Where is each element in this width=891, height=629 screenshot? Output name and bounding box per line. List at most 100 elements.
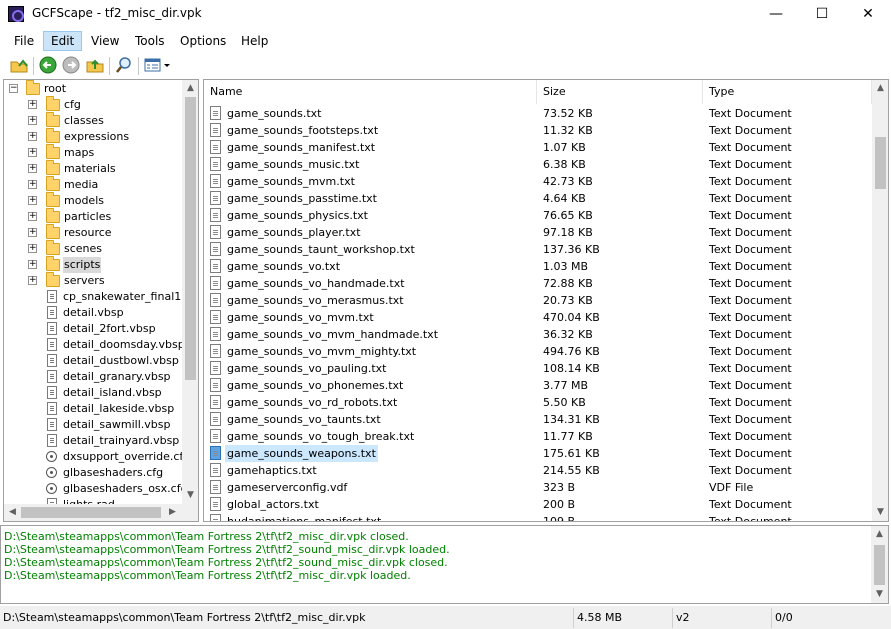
tree-file[interactable]: detail_granary.vbsp — [4, 369, 184, 385]
file-row[interactable]: gamehaptics.txt 214.55 KB Text Document — [204, 462, 872, 479]
file-row[interactable]: game_sounds_footsteps.txt 11.32 KB Text Do… — [204, 122, 872, 139]
find-icon[interactable] — [115, 56, 133, 74]
tree-vscrollbar[interactable]: ▲ ▼ — [182, 80, 198, 504]
file-row[interactable]: game_sounds_vo_pauling.txt 108.14 KB Text … — [204, 360, 872, 377]
scroll-down-arrow[interactable]: ▼ — [871, 586, 888, 603]
tree-file[interactable]: cp_snakewater_final1.raw — [4, 289, 198, 305]
tree-file[interactable]: detail_sawmill.vbsp — [4, 417, 184, 433]
menu-file[interactable]: File — [7, 31, 41, 51]
tree-folder-resource[interactable]: + resource — [4, 224, 184, 241]
file-row[interactable]: game_sounds_taunt_workshop.txt 137.36 KB T… — [204, 241, 872, 258]
list-vscrollbar[interactable]: ▲ ▼ — [872, 80, 888, 521]
tree-folder-media[interactable]: + media — [4, 176, 184, 193]
expand-toggle[interactable]: + — [28, 116, 37, 125]
file-row[interactable]: game_sounds_vo_handmade.txt 72.88 KB Text … — [204, 275, 872, 292]
expand-toggle[interactable]: + — [28, 276, 37, 285]
column-header-size[interactable]: Size — [537, 80, 703, 104]
tree-folder-servers[interactable]: + servers — [4, 272, 184, 289]
tree-file[interactable]: glbaseshaders.cfg — [4, 465, 184, 481]
up-folder-icon[interactable] — [86, 56, 104, 74]
scroll-up-arrow[interactable]: ▲ — [182, 80, 198, 97]
file-row[interactable]: game_sounds_vo.txt 1.03 MB Text Document — [204, 258, 872, 275]
file-row[interactable]: gameserverconfig.vdf 323 B VDF File — [204, 479, 872, 496]
menu-tools[interactable]: Tools — [128, 31, 172, 51]
tree-folder-classes[interactable]: + classes — [4, 112, 184, 129]
dropdown-icon[interactable] — [163, 56, 171, 74]
file-row[interactable]: game_sounds_vo_phonemes.txt 3.77 MB Text D… — [204, 377, 872, 394]
minimize-button[interactable]: — — [753, 0, 799, 28]
title-bar[interactable]: GCFScape - tf2_misc_dir.vpk — ☐ ✕ — [0, 0, 891, 28]
folder-tree[interactable]: − root + cfg + classes + expressions + maps + mater… — [3, 79, 199, 522]
expand-toggle[interactable]: + — [28, 164, 37, 173]
tree-folder-scenes[interactable]: + scenes — [4, 240, 184, 257]
file-row[interactable]: game_sounds_vo_mvm_handmade.txt 36.32 KB T… — [204, 326, 872, 343]
tree-file[interactable]: detail_dustbowl.vbsp — [4, 353, 184, 369]
scroll-up-arrow[interactable]: ▲ — [872, 80, 888, 97]
file-row[interactable]: game_sounds_vo_taunts.txt 134.31 KB Text D… — [204, 411, 872, 428]
menu-options[interactable]: Options — [173, 31, 233, 51]
scroll-left-arrow[interactable]: ◀ — [4, 504, 21, 521]
file-row[interactable]: game_sounds_manifest.txt 1.07 KB Text Docu… — [204, 139, 872, 156]
close-button[interactable]: ✕ — [845, 0, 891, 28]
scroll-thumb[interactable] — [875, 137, 886, 189]
file-row[interactable]: game_sounds_vo_mvm.txt 470.04 KB Text Docu… — [204, 309, 872, 326]
expand-toggle[interactable]: + — [28, 180, 37, 189]
expand-toggle[interactable]: + — [28, 244, 37, 253]
tree-folder-maps[interactable]: + maps — [4, 144, 184, 161]
file-list[interactable]: Name Size Type game_sounds.txt 73.52 KB Text … — [203, 79, 889, 522]
file-row[interactable]: game_sounds_vo_merasmus.txt 20.73 KB Text … — [204, 292, 872, 309]
tree-root[interactable]: − root — [4, 80, 184, 97]
collapse-toggle[interactable]: − — [9, 84, 18, 93]
log-vscrollbar[interactable]: ▲ ▼ — [871, 526, 888, 603]
expand-toggle[interactable]: + — [28, 100, 37, 109]
log-panel[interactable]: D:\Steam\steamapps\common\Team Fortress … — [0, 525, 889, 604]
file-row[interactable]: global_actors.txt 200 B Text Document — [204, 496, 872, 513]
file-row[interactable]: game_sounds_mvm.txt 42.73 KB Text Document — [204, 173, 872, 190]
tree-folder-materials[interactable]: + materials — [4, 160, 184, 177]
tree-file[interactable]: detail_trainyard.vbsp — [4, 433, 184, 449]
file-row[interactable]: game_sounds_passtime.txt 4.64 KB Text Docu… — [204, 190, 872, 207]
file-row[interactable]: hudanimations_manifest.txt 109 B Text Docu… — [204, 513, 872, 521]
expand-toggle[interactable]: + — [28, 212, 37, 221]
expand-toggle[interactable]: + — [28, 132, 37, 141]
tree-file[interactable]: detail_2fort.vbsp — [4, 321, 184, 337]
file-row[interactable]: game_sounds_vo_mvm_mighty.txt 494.76 KB Te… — [204, 343, 872, 360]
tree-file[interactable]: detail_island.vbsp — [4, 385, 184, 401]
file-row[interactable]: game_sounds_physics.txt 76.65 KB Text Docu… — [204, 207, 872, 224]
tree-folder-cfg[interactable]: + cfg — [4, 96, 184, 113]
tree-file[interactable]: detail_lakeside.vbsp — [4, 401, 184, 417]
tree-folder-particles[interactable]: + particles — [4, 208, 184, 225]
tree-file[interactable]: detail.vbsp — [4, 305, 184, 321]
file-row[interactable]: game_sounds.txt 73.52 KB Text Document — [204, 105, 872, 122]
file-row[interactable]: game_sounds_vo_rd_robots.txt 5.50 KB Text … — [204, 394, 872, 411]
back-icon[interactable] — [39, 56, 57, 74]
file-row[interactable]: game_sounds_weapons.txt 175.61 KB Text Doc… — [204, 445, 872, 462]
menu-view[interactable]: View — [84, 31, 126, 51]
expand-toggle[interactable]: + — [28, 228, 37, 237]
expand-toggle[interactable]: + — [28, 260, 37, 269]
file-row[interactable]: game_sounds_music.txt 6.38 KB Text Documen… — [204, 156, 872, 173]
maximize-button[interactable]: ☐ — [799, 0, 845, 28]
file-row[interactable]: game_sounds_vo_tough_break.txt 11.77 KB Te… — [204, 428, 872, 445]
tree-file[interactable]: detail_doomsday.vbsp — [4, 337, 185, 353]
forward-icon[interactable] — [62, 56, 80, 74]
file-row[interactable]: game_sounds_player.txt 97.18 KB Text Docum… — [204, 224, 872, 241]
menu-edit[interactable]: Edit — [43, 31, 83, 51]
open-folder-icon[interactable] — [10, 56, 28, 74]
scroll-right-arrow[interactable]: ▶ — [164, 504, 181, 521]
tree-file[interactable]: dxsupport_override.cfg — [4, 449, 190, 465]
column-header-type[interactable]: Type — [703, 80, 872, 104]
expand-toggle[interactable]: + — [28, 148, 37, 157]
tree-folder-expressions[interactable]: + expressions — [4, 128, 184, 145]
tree-folder-models[interactable]: + models — [4, 192, 184, 209]
tree-file[interactable]: glbaseshaders_osx.cfg — [4, 481, 188, 497]
scroll-thumb[interactable] — [874, 545, 885, 585]
scroll-thumb[interactable] — [185, 97, 196, 380]
column-header-name[interactable]: Name — [204, 80, 537, 104]
view-mode-icon[interactable] — [144, 56, 162, 74]
scroll-up-arrow[interactable]: ▲ — [871, 526, 888, 543]
tree-hscrollbar[interactable]: ◀ ▶ — [4, 504, 198, 521]
menu-help[interactable]: Help — [234, 31, 275, 51]
scroll-down-arrow[interactable]: ▼ — [182, 487, 198, 504]
scroll-thumb[interactable] — [21, 507, 161, 518]
